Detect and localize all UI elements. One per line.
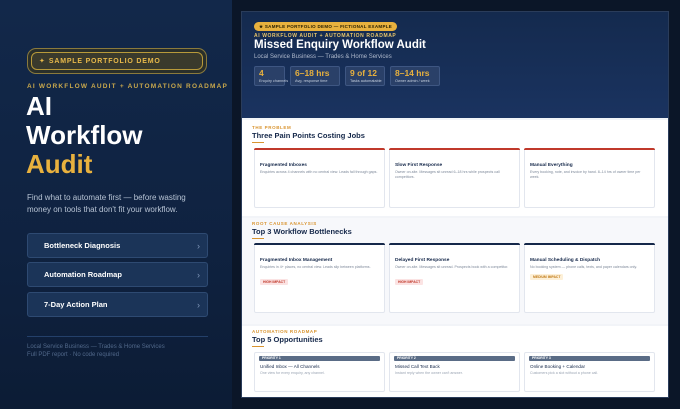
star-icon: ✦ (39, 58, 45, 65)
problem-card: Slow First Response Owner on-site. Messa… (389, 148, 520, 208)
hero-title: AI Workflow Audit (26, 92, 226, 179)
chevron-right-icon: › (197, 240, 200, 251)
divider (27, 336, 208, 337)
problem-section: THE PROBLEM Three Pain Points Costing Jo… (242, 120, 668, 216)
priority-bar: PRIORITY 1 (259, 356, 380, 361)
footer-note: Full PDF report · No code required (27, 352, 120, 358)
problem-card: Fragmented Inboxes Enquiries across 4 ch… (254, 148, 385, 208)
menu-label: Bottleneck Diagnosis (44, 241, 121, 250)
stat-card: 8–14 hrs Owner admin / week (390, 66, 440, 86)
impact-tag: HIGH IMPACT (260, 279, 289, 285)
section-kicker: ROOT CAUSE ANALYSIS (252, 221, 317, 226)
card-desc: Enquiries in 4+ places, no central view.… (260, 265, 371, 269)
card-title: Manual Everything (530, 163, 573, 168)
roadmap-section: AUTOMATION ROADMAP Top 5 Opportunities P… (242, 326, 668, 397)
card-title: Fragmented Inboxes (260, 163, 307, 168)
card-title: Fragmented Inbox Management (260, 258, 333, 263)
section-title: Top 3 Workflow Bottlenecks (252, 227, 352, 236)
stat-card: 9 of 12 Tasks automatable (345, 66, 385, 86)
demo-pill: ★ SAMPLE PORTFOLIO DEMO — FICTIONAL EXAM… (254, 22, 398, 31)
hero-line-1: AI (26, 91, 52, 121)
card-desc: One view for every enquiry, any channel. (260, 371, 325, 375)
card-title: Online Booking + Calendar (530, 364, 586, 369)
card-desc: Enquiries across 4 channels with no cent… (260, 170, 378, 174)
chevron-right-icon: › (197, 299, 200, 310)
bottleneck-card: Fragmented Inbox Management Enquiries in… (254, 243, 385, 313)
card-desc: Owner on-site. Messages sit unread. Pros… (395, 265, 509, 269)
report-preview[interactable]: ★ SAMPLE PORTFOLIO DEMO — FICTIONAL EXAM… (242, 12, 668, 397)
opportunity-card: PRIORITY 2 Missed Call Text Back Instant… (389, 352, 520, 392)
opportunity-card: PRIORITY 1 Unified Inbox — All Channels … (254, 352, 385, 392)
stat-label: Owner admin / week (395, 79, 430, 83)
portfolio-badge: ✦ SAMPLE PORTFOLIO DEMO (27, 48, 207, 74)
hero-line-2: Workflow (26, 120, 143, 150)
hero-kicker: AI WORKFLOW AUDIT + AUTOMATION ROADMAP (27, 83, 229, 90)
card-desc: No booking system — phone calls, texts, … (530, 265, 638, 269)
badge-label: SAMPLE PORTFOLIO DEMO (48, 57, 161, 65)
card-desc: Customers pick a slot without a phone ca… (530, 371, 599, 375)
bottleneck-card: Delayed First Response Owner on-site. Me… (389, 243, 520, 313)
stat-label: Enquiry channels (259, 79, 289, 83)
card-title: Unified Inbox — All Channels (260, 364, 320, 369)
card-desc: Owner on-site. Messages sit unread 6–18 … (395, 170, 500, 179)
card-desc: Every booking, note, and invoice by hand… (530, 170, 641, 179)
section-kicker: AUTOMATION ROADMAP (252, 329, 318, 334)
problem-card: Manual Everything Every booking, note, a… (524, 148, 655, 208)
report-header: ★ SAMPLE PORTFOLIO DEMO — FICTIONAL EXAM… (242, 12, 668, 118)
menu-label: 7-Day Action Plan (44, 300, 108, 309)
stat-label: Avg. response time (295, 79, 328, 83)
preview-panel: ★ SAMPLE PORTFOLIO DEMO — FICTIONAL EXAM… (232, 0, 680, 409)
stat-value: 4 (259, 68, 264, 78)
stat-card: 6–18 hrs Avg. response time (290, 66, 340, 86)
priority-bar: PRIORITY 3 (529, 356, 650, 361)
section-kicker: THE PROBLEM (252, 125, 292, 130)
impact-tag: MEDIUM IMPACT (530, 274, 564, 280)
stat-value: 8–14 hrs (395, 68, 430, 78)
bottlenecks-section: ROOT CAUSE ANALYSIS Top 3 Workflow Bottl… (242, 218, 668, 324)
stat-label: Tasks automatable (350, 79, 382, 83)
section-rule (252, 142, 264, 143)
card-title: Delayed First Response (395, 258, 450, 263)
impact-tag: HIGH IMPACT (395, 279, 424, 285)
stat-card: 4 Enquiry channels (254, 66, 289, 86)
priority-bar: PRIORITY 2 (394, 356, 515, 361)
bottleneck-card: Manual Scheduling & Dispatch No booking … (524, 243, 655, 313)
card-title: Missed Call Text Back (395, 364, 440, 369)
card-desc: Instant reply when the owner can't answe… (395, 371, 463, 375)
hero-line-3: Audit (26, 149, 93, 179)
footer-business-type: Local Service Business — Trades & Home S… (27, 344, 165, 350)
menu-7-day-action-plan[interactable]: 7-Day Action Plan › (27, 292, 208, 317)
menu-automation-roadmap[interactable]: Automation Roadmap › (27, 262, 208, 287)
report-title: Missed Enquiry Workflow Audit (254, 39, 426, 51)
report-subtitle: Local Service Business — Trades & Home S… (254, 54, 392, 60)
card-title: Slow First Response (395, 163, 443, 168)
section-title: Top 5 Opportunities (252, 335, 323, 344)
section-title: Three Pain Points Costing Jobs (252, 131, 365, 140)
section-rule (252, 238, 264, 239)
chevron-right-icon: › (197, 269, 200, 280)
menu-bottleneck-diagnosis[interactable]: Bottleneck Diagnosis › (27, 233, 208, 258)
left-panel: ✦ SAMPLE PORTFOLIO DEMO AI WORKFLOW AUDI… (0, 0, 232, 409)
card-title: Manual Scheduling & Dispatch (530, 258, 601, 263)
hero-description: Find what to automate first — before was… (27, 193, 186, 214)
section-rule (252, 346, 264, 347)
stat-value: 6–18 hrs (295, 68, 330, 78)
stat-value: 9 of 12 (350, 68, 377, 78)
opportunity-card: PRIORITY 3 Online Booking + Calendar Cus… (524, 352, 655, 392)
menu-label: Automation Roadmap (44, 270, 122, 279)
